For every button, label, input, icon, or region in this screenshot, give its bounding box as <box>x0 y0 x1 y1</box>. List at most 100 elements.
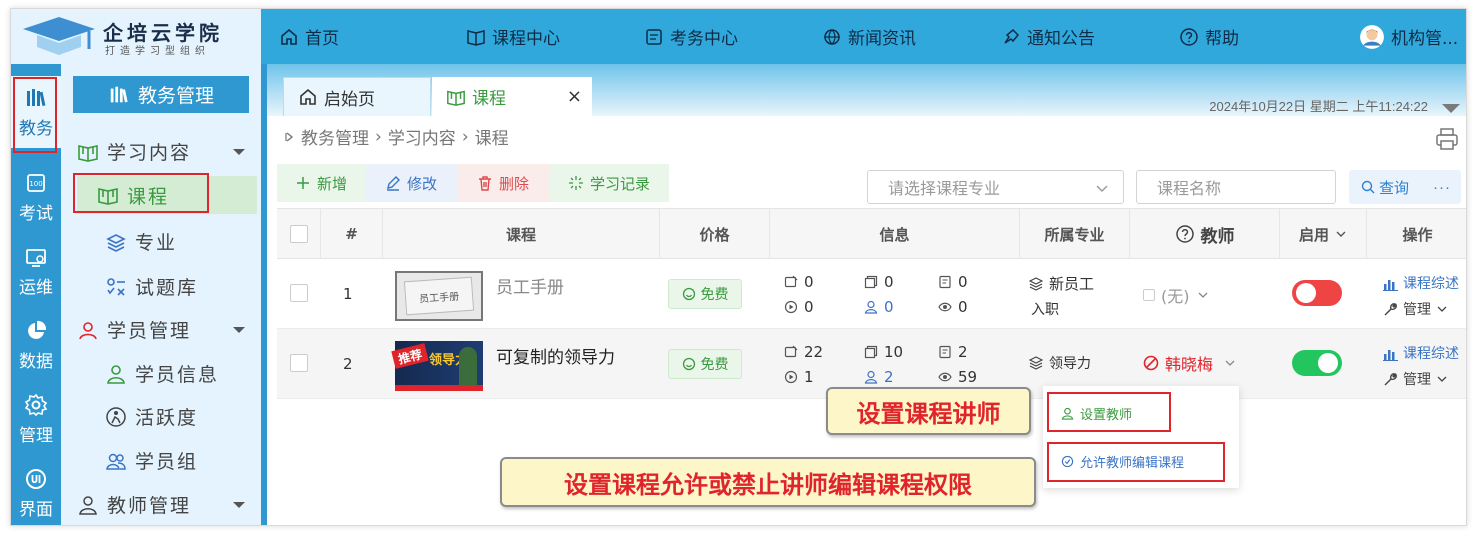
nav-courses[interactable]: 课程中心 <box>466 9 560 64</box>
query-button[interactable]: 查询 ··· <box>1349 170 1461 204</box>
bar-chart-icon <box>1383 279 1398 291</box>
course-overview-link[interactable]: 课程综述 <box>1383 273 1459 293</box>
header-ops: 操作 <box>1402 225 1433 244</box>
nav-user-label: 机构管... <box>1391 29 1459 49</box>
nav-home[interactable]: 首页 <box>279 9 339 64</box>
more-options-icon[interactable]: ··· <box>1433 179 1451 196</box>
sidebar-group-teacher-management[interactable]: 教师管理 <box>77 491 257 518</box>
user-icon <box>864 300 878 314</box>
quiz-icon <box>107 277 125 296</box>
rail-item-data[interactable]: 数据 <box>11 310 61 380</box>
select-all-checkbox[interactable] <box>289 225 308 243</box>
stat-value: 1 <box>804 368 814 386</box>
sidebar-item-student-info[interactable]: 学员信息 <box>105 360 219 387</box>
rail-item-manage[interactable]: 管理 <box>11 384 61 454</box>
app-window: 企培云学院 打造学习型组织 首页 课程中心 考务中心 新闻资讯 通知公告 帮助 <box>10 8 1467 526</box>
rail-item-ops[interactable]: 运维 <box>11 236 61 306</box>
help-icon[interactable] <box>1175 224 1195 244</box>
sidebar-group-student-management[interactable]: 学员管理 <box>77 316 257 343</box>
query-button-label: 查询 <box>1379 179 1410 197</box>
manage-label: 管理 <box>1403 371 1431 387</box>
course-title[interactable]: 可复制的领导力 <box>496 343 615 368</box>
breadcrumb-item[interactable]: 学习内容 <box>388 124 456 149</box>
tab-dropdown-icon[interactable] <box>1442 104 1460 113</box>
stack-icon <box>1029 356 1043 370</box>
course-overview-link[interactable]: 课程综述 <box>1383 343 1459 363</box>
stat-value: 22 <box>804 343 824 361</box>
enable-toggle-off[interactable] <box>1292 280 1342 306</box>
teacher-select[interactable]: 韩晓梅 <box>1143 351 1237 375</box>
stat-students[interactable]: 0 <box>864 298 894 316</box>
sidebar-title[interactable]: 教务管理 <box>73 76 249 113</box>
wrench-icon <box>1384 372 1397 385</box>
toggle-knob <box>1296 283 1316 303</box>
stat-value: 2 <box>958 343 968 361</box>
sidebar-group-learning-content[interactable]: 学习内容 <box>77 138 257 165</box>
table-row: 1 员工手册 员工手册 免费 0 0 0 0 0 0 新员工 入职 (无) 课程… <box>277 259 1466 329</box>
stat-questions: 2 <box>938 343 968 361</box>
nav-help[interactable]: 帮助 <box>1179 9 1239 64</box>
manage-label: 管理 <box>1403 301 1431 317</box>
rail-item-exam[interactable]: 100 考试 <box>11 162 61 232</box>
outline-icon <box>784 275 798 288</box>
ban-icon <box>1143 355 1159 371</box>
enable-toggle-on[interactable] <box>1292 350 1342 376</box>
major-name-cont: 入职 <box>1031 302 1059 318</box>
course-thumbnail[interactable]: 推荐 领导力 <box>391 341 483 391</box>
sidebar-item-student-group-label: 学员组 <box>135 451 199 473</box>
breadcrumb-item[interactable]: 教务管理 <box>301 124 369 149</box>
sidebar-item-activity[interactable]: 活跃度 <box>105 403 198 430</box>
learning-record-button[interactable]: 学习记录 <box>549 164 669 202</box>
highlight-set-teacher <box>1047 392 1171 432</box>
course-overview-label: 课程综述 <box>1403 275 1459 291</box>
eye-icon <box>938 372 952 382</box>
nav-user-menu[interactable]: 机构管... <box>1359 9 1458 64</box>
header-enabled[interactable]: 启用 <box>1280 209 1367 259</box>
course-name-input[interactable]: 课程名称 <box>1136 170 1336 204</box>
notice-icon <box>1004 28 1020 44</box>
home-icon <box>300 88 316 105</box>
logo-area: 企培云学院 打造学习型组织 <box>11 9 261 64</box>
row-checkbox[interactable] <box>290 284 308 302</box>
close-icon[interactable]: × <box>567 86 582 107</box>
add-button[interactable]: 新增 <box>277 164 365 202</box>
manage-dropdown[interactable]: 管理 <box>1383 299 1448 319</box>
sidebar-item-student-group[interactable]: 学员组 <box>105 447 198 474</box>
nav-exams-label: 考务中心 <box>670 29 738 49</box>
manage-dropdown[interactable]: 管理 <box>1383 369 1448 389</box>
print-icon[interactable] <box>1434 126 1460 152</box>
stat-value: 10 <box>884 343 904 361</box>
group-icon <box>106 453 126 470</box>
nav-news[interactable]: 新闻资讯 <box>822 9 916 64</box>
price-badge: 免费 <box>668 279 742 309</box>
chevron-down-icon <box>1096 185 1108 192</box>
major-cell: 新员工 <box>1029 273 1094 294</box>
stat-students[interactable]: 2 <box>864 368 894 386</box>
sidebar-item-question-bank-label: 试题库 <box>135 277 199 299</box>
presenter-figure <box>459 347 477 387</box>
sidebar-item-major[interactable]: 专业 <box>105 228 177 255</box>
course-title[interactable]: 员工手册 <box>496 273 564 298</box>
brand-slogan: 打造学习型组织 <box>105 46 210 57</box>
row-checkbox[interactable] <box>290 354 308 372</box>
header-select-all[interactable] <box>277 209 321 259</box>
breadcrumb-play-icon <box>285 131 294 142</box>
header-major: 所属专业 <box>1020 209 1130 259</box>
document-icon <box>939 275 951 289</box>
edit-button[interactable]: 修改 <box>365 164 457 202</box>
breadcrumb: 教务管理 › 学习内容 › 课程 <box>285 124 509 149</box>
copy-icon <box>864 345 878 359</box>
sidebar-item-question-bank[interactable]: 试题库 <box>105 273 198 300</box>
teacher-select[interactable]: (无) <box>1143 283 1210 307</box>
nav-exams[interactable]: 考务中心 <box>644 9 738 64</box>
plus-icon <box>296 177 309 189</box>
tab-start-page[interactable]: 启始页 <box>283 77 431 116</box>
course-thumbnail[interactable]: 员工手册 <box>395 271 483 321</box>
major-select[interactable]: 请选择课程专业 <box>867 170 1124 204</box>
delete-button[interactable]: 删除 <box>457 164 549 202</box>
rail-item-ui[interactable]: 界面 <box>11 458 61 525</box>
tab-course[interactable]: 课程 × <box>432 77 592 116</box>
top-navigation: 首页 课程中心 考务中心 新闻资讯 通知公告 帮助 机构管... <box>261 9 1466 64</box>
nav-notices[interactable]: 通知公告 <box>1001 9 1095 64</box>
price-label: 免费 <box>700 286 729 302</box>
